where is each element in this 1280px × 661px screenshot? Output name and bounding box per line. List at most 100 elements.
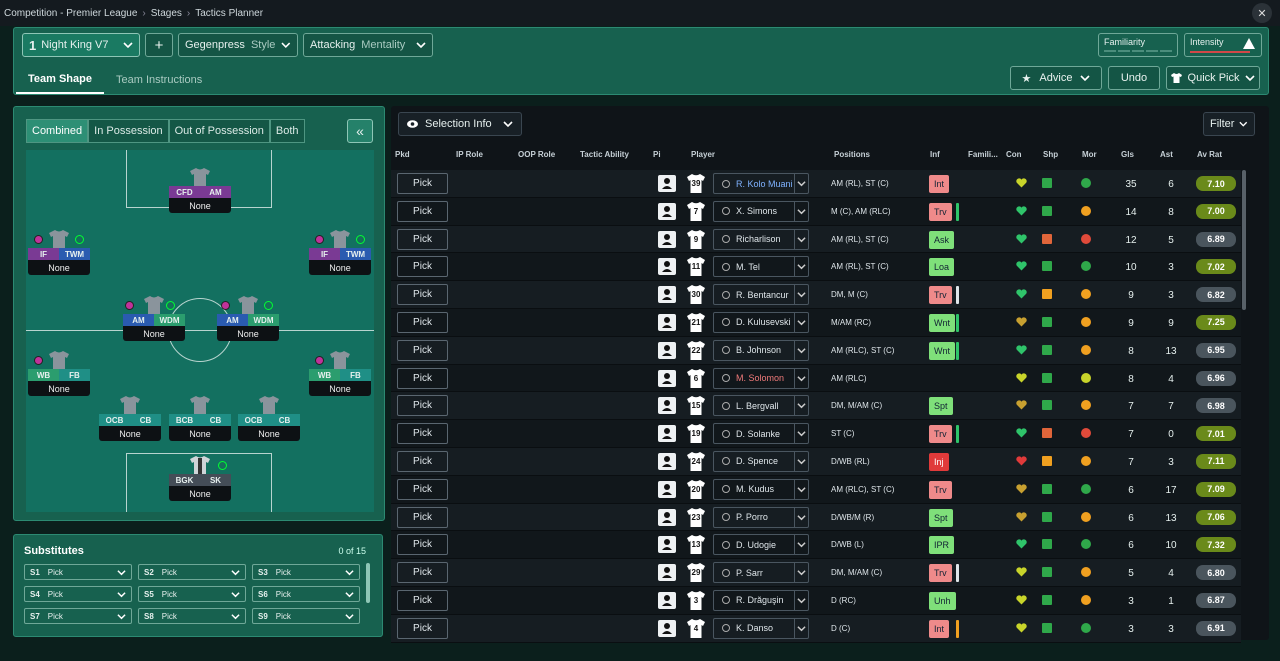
pick-button[interactable]: Pick (397, 256, 448, 278)
player-select[interactable]: X. Simons (713, 200, 809, 222)
player-instructions-button[interactable] (658, 230, 676, 248)
view-tab-out-of-possession[interactable]: Out of Possession (168, 119, 270, 143)
substitute-select[interactable]: S8 Pick (138, 608, 246, 624)
col-header-player[interactable]: Player (691, 150, 715, 159)
col-header-mor[interactable]: Mor (1082, 150, 1097, 159)
player-instructions-button[interactable] (658, 397, 676, 415)
col-header-tactic-ability[interactable]: Tactic Ability (580, 150, 629, 159)
table-row[interactable]: Pick 24 D. Spence D/WB (RL) Inj 7 3 7.11 (391, 447, 1241, 476)
table-row[interactable]: Pick 7 X. Simons M (C), AM (RLC) Trv 14 8 7.00 (391, 197, 1241, 226)
table-row[interactable]: Pick 15 L. Bergvall DM, M/AM (C) Spt 7 7 6.98 (391, 392, 1241, 421)
view-tab-both[interactable]: Both (269, 119, 305, 143)
col-header-con[interactable]: Con (1006, 150, 1022, 159)
substitute-select[interactable]: S1 Pick (24, 564, 132, 580)
position-slot-left-midfield[interactable]: AM WDM None (123, 296, 185, 341)
player-instructions-button[interactable] (658, 564, 676, 582)
player-instructions-button[interactable] (658, 591, 676, 609)
player-select[interactable]: D. Udogie (713, 534, 809, 556)
table-row[interactable]: Pick 3 R. Drăguşin D (RC) Unh 3 1 6.87 (391, 586, 1241, 615)
table-row[interactable]: Pick 6 M. Solomon AM (RLC) 8 4 6.96 (391, 364, 1241, 393)
intensity-indicator[interactable]: Intensity (1184, 33, 1262, 57)
pick-button[interactable]: Pick (397, 506, 448, 528)
player-select[interactable]: B. Johnson (713, 339, 809, 361)
pick-button[interactable]: Pick (397, 339, 448, 361)
substitute-select[interactable]: S4 Pick (24, 586, 132, 602)
position-slot-left-center-back[interactable]: OCB CB None (99, 396, 161, 441)
col-header-shp[interactable]: Shp (1043, 150, 1058, 159)
player-instructions-button[interactable] (658, 286, 676, 304)
position-slot-left-back[interactable]: WB FB None (28, 351, 90, 396)
pick-button[interactable]: Pick (397, 617, 448, 639)
substitute-select[interactable]: S7 Pick (24, 608, 132, 624)
tactic-select[interactable]: 1 Night King V7 (22, 33, 140, 57)
col-header-oop-role[interactable]: OOP Role (518, 150, 555, 159)
player-instructions-button[interactable] (658, 536, 676, 554)
player-select[interactable]: R. Bentancur (713, 284, 809, 306)
col-header-pi[interactable]: Pi (653, 150, 661, 159)
collapse-panel-button[interactable]: « (347, 119, 373, 143)
col-header-inf[interactable]: Inf (930, 150, 940, 159)
close-button[interactable]: ✕ (1252, 3, 1272, 23)
quick-pick-button[interactable]: Quick Pick (1166, 66, 1260, 90)
position-slot-center-back[interactable]: BCB CB None (169, 396, 231, 441)
player-select[interactable]: D. Solanke (713, 423, 809, 445)
mentality-select[interactable]: Attacking Mentality (303, 33, 433, 57)
view-tab-combined[interactable]: Combined (26, 119, 89, 143)
undo-button[interactable]: Undo (1108, 66, 1160, 90)
pick-button[interactable]: Pick (397, 200, 448, 222)
player-select[interactable]: K. Danso (713, 617, 809, 639)
table-row[interactable]: Pick 21 D. Kulusevski M/AM (RC) Wnt 9 9 7.25 (391, 308, 1241, 337)
pick-button[interactable]: Pick (397, 367, 448, 389)
player-select[interactable]: M. Solomon (713, 367, 809, 389)
player-select[interactable]: L. Bergvall (713, 395, 809, 417)
filter-button[interactable]: Filter (1203, 112, 1255, 136)
substitute-select[interactable]: S6 Pick (252, 586, 360, 602)
table-row[interactable]: Pick 20 M. Kudus AM (RLC), ST (C) Trv 6 17 7.09 (391, 475, 1241, 504)
player-select[interactable]: R. Drăguşin (713, 589, 809, 611)
add-tactic-button[interactable]: + (145, 33, 173, 57)
table-row[interactable]: Pick 11 M. Tel AM (RL), ST (C) Loa 10 3 7.02 (391, 253, 1241, 282)
table-row[interactable]: Pick 4 K. Danso D (C) Int 3 3 6.91 (391, 614, 1241, 643)
table-row[interactable]: Pick 19 D. Solanke ST (C) Trv 7 0 7.01 (391, 420, 1241, 448)
position-slot-striker[interactable]: CFD AM None (169, 168, 231, 213)
player-select[interactable]: D. Spence (713, 450, 809, 472)
table-scrollbar[interactable] (1242, 170, 1246, 310)
pick-button[interactable]: Pick (397, 534, 448, 556)
view-tab-in-possession[interactable]: In Possession (88, 119, 169, 143)
player-instructions-button[interactable] (658, 452, 676, 470)
player-instructions-button[interactable] (658, 480, 676, 498)
substitute-select[interactable]: S5 Pick (138, 586, 246, 602)
pick-button[interactable]: Pick (397, 311, 448, 333)
player-instructions-button[interactable] (658, 175, 676, 192)
position-slot-right-forward[interactable]: IF TWM None (309, 230, 371, 275)
position-slot-right-center-back[interactable]: OCB CB None (238, 396, 300, 441)
pick-button[interactable]: Pick (397, 395, 448, 417)
col-header-gls[interactable]: Gls (1121, 150, 1134, 159)
table-row[interactable]: Pick 22 B. Johnson AM (RLC), ST (C) Wnt 8 13 6.… (391, 336, 1241, 365)
col-header-familiarity[interactable]: Famili... (968, 150, 998, 159)
substitute-select[interactable]: S2 Pick (138, 564, 246, 580)
player-instructions-button[interactable] (658, 619, 676, 637)
player-select[interactable]: P. Porro (713, 506, 809, 528)
position-slot-right-midfield[interactable]: AM WDM None (217, 296, 279, 341)
substitute-select[interactable]: S3 Pick (252, 564, 360, 580)
player-instructions-button[interactable] (658, 258, 676, 276)
pick-button[interactable]: Pick (397, 478, 448, 500)
style-select[interactable]: Gegenpress Style (178, 33, 298, 57)
table-row[interactable]: Pick 29 P. Sarr DM, M/AM (C) Trv 5 4 6.80 (391, 559, 1241, 587)
position-slot-goalkeeper[interactable]: BGK SK None (169, 456, 231, 501)
substitutes-scrollbar[interactable] (366, 563, 370, 603)
selection-info-select[interactable]: Selection Info (398, 112, 522, 136)
table-row[interactable]: Pick 39 R. Kolo Muani AM (RL), ST (C) Int 35 6… (391, 170, 1241, 198)
tab-team-instructions[interactable]: Team Instructions (104, 66, 214, 94)
player-select[interactable]: M. Kudus (713, 478, 809, 500)
player-instructions-button[interactable] (658, 313, 676, 331)
table-row[interactable]: Pick 23 P. Porro D/WB/M (R) Spt 6 13 7.06 (391, 503, 1241, 532)
familiarity-indicator[interactable]: Familiarity (1098, 33, 1178, 57)
breadcrumb-stages[interactable]: Stages (151, 8, 182, 19)
player-instructions-button[interactable] (658, 341, 676, 359)
table-row[interactable]: Pick 30 R. Bentancur DM, M (C) Trv 9 3 6.82 (391, 281, 1241, 309)
col-header-av-rat[interactable]: Av Rat (1197, 150, 1222, 159)
pick-button[interactable]: Pick (397, 284, 448, 306)
player-instructions-button[interactable] (658, 508, 676, 526)
